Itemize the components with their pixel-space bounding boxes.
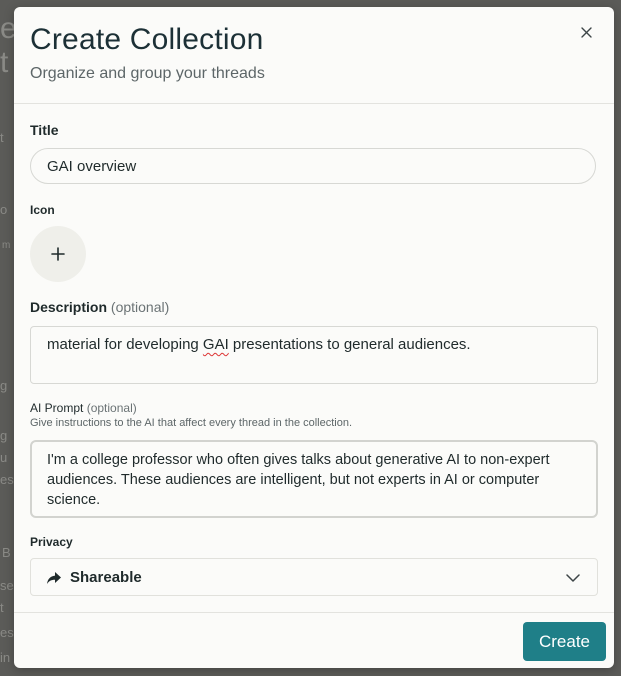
ai-prompt-field[interactable]: I'm a college professor who often gives … bbox=[30, 440, 598, 518]
modal-title: Create Collection bbox=[30, 23, 264, 56]
description-field[interactable]: material for developing GAI presentation… bbox=[30, 326, 598, 384]
background-text: es bbox=[0, 625, 14, 640]
modal-subtitle: Organize and group your threads bbox=[30, 65, 265, 82]
background-text: o bbox=[0, 202, 8, 217]
create-button[interactable]: Create bbox=[523, 622, 606, 661]
ai-prompt-optional-hint: (optional) bbox=[86, 401, 137, 415]
chevron-down-icon bbox=[566, 574, 580, 582]
modal-header: Create Collection Organize and group you… bbox=[14, 7, 614, 104]
description-spelling-flag: GAI bbox=[202, 336, 229, 353]
background-text: se bbox=[0, 578, 14, 593]
background-text: B bbox=[2, 545, 11, 560]
plus-icon bbox=[51, 247, 65, 261]
background-text: u bbox=[0, 450, 8, 465]
title-input-value: GAI overview bbox=[47, 158, 137, 175]
title-label: Title bbox=[30, 122, 59, 138]
background-text: g bbox=[0, 428, 8, 443]
background-text: g bbox=[0, 378, 8, 393]
modal-footer: Create bbox=[14, 612, 614, 668]
privacy-value: Shareable bbox=[70, 569, 142, 586]
background-text: t bbox=[0, 600, 4, 615]
description-optional-hint: (optional) bbox=[110, 299, 170, 315]
background-text: t bbox=[0, 46, 9, 79]
background-text: m bbox=[2, 240, 11, 251]
description-text-after: presentations to general audiences. bbox=[228, 336, 471, 353]
background-text: es bbox=[0, 472, 14, 487]
privacy-label: Privacy bbox=[30, 535, 73, 549]
description-label: Description (optional) bbox=[30, 299, 169, 315]
privacy-select[interactable]: Shareable bbox=[30, 558, 598, 596]
close-button[interactable] bbox=[576, 22, 596, 42]
background-text: t bbox=[0, 130, 4, 145]
background-text: in bbox=[0, 650, 11, 665]
description-text-before: material for developing bbox=[47, 336, 203, 353]
share-arrow-icon bbox=[47, 572, 61, 584]
create-collection-modal: Create Collection Organize and group you… bbox=[14, 7, 614, 668]
description-label-text: Description bbox=[30, 299, 108, 315]
ai-prompt-label: AI Prompt (optional) bbox=[30, 401, 137, 415]
close-icon bbox=[580, 26, 592, 38]
title-input[interactable]: GAI overview bbox=[30, 148, 596, 184]
ai-prompt-label-text: AI Prompt bbox=[30, 401, 84, 415]
icon-label: Icon bbox=[30, 203, 55, 217]
ai-prompt-value: I'm a college professor who often gives … bbox=[47, 452, 550, 508]
ai-prompt-helper-text: Give instructions to the AI that affect … bbox=[30, 417, 353, 429]
icon-picker-button[interactable] bbox=[30, 226, 86, 282]
